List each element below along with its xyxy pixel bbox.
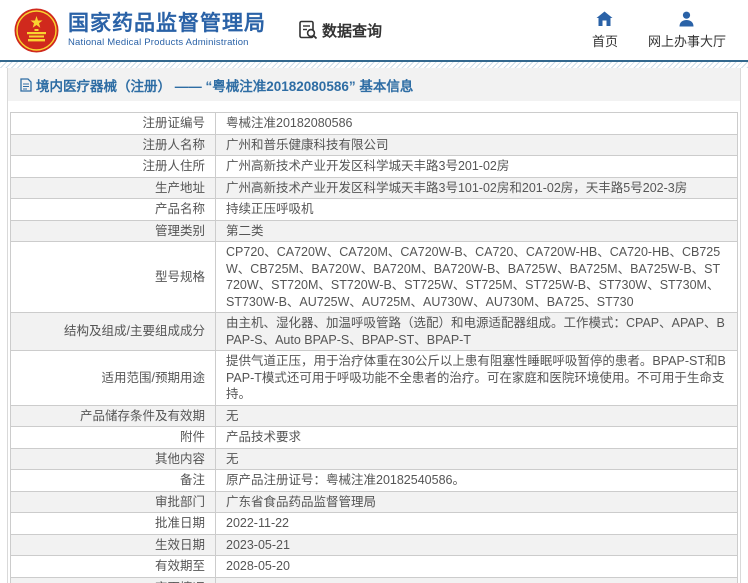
row-value bbox=[215, 576, 738, 583]
row-label: 批准日期 bbox=[10, 512, 216, 535]
table-row: 其他内容无 bbox=[10, 447, 738, 470]
row-label: 产品名称 bbox=[10, 198, 216, 221]
table-row: 管理类别 第二类 bbox=[10, 219, 738, 242]
document-icon bbox=[20, 78, 32, 92]
row-value: CP720、CA720W、CA720M、CA720W-B、CA720、CA720… bbox=[215, 241, 738, 313]
table-row: 结构及组成/主要组成成分 由主机、湿化器、加温呼吸管路（选配）和电源适配器组成。工… bbox=[10, 312, 738, 351]
row-value: 提供气道正压，用于治疗体重在30公斤以上患有阻塞性睡眠呼吸暂停的患者。BPAP-… bbox=[215, 350, 738, 406]
row-value: 广州和普乐健康科技有限公司 bbox=[215, 133, 738, 156]
row-value: 持续正压呼吸机 bbox=[215, 198, 738, 221]
table-row: 生效日期 2023-05-21 bbox=[10, 533, 738, 556]
site-header: 国家药品监督管理局 National Medical Products Admi… bbox=[0, 0, 748, 60]
row-label: 注册人名称 bbox=[10, 133, 216, 156]
table-row: 有效期至 2028-05-20 bbox=[10, 555, 738, 578]
row-value: 无 bbox=[215, 447, 738, 470]
row-value: 粤械注准20182080586 bbox=[215, 112, 738, 135]
row-label: 生产地址 bbox=[10, 176, 216, 199]
row-label: 其他内容 bbox=[10, 447, 216, 470]
content-panel: 境内医疗器械（注册） —— “粤械注准20182080586” 基本信息 注册证… bbox=[7, 68, 741, 583]
table-row: 备注 原产品注册证号：粤械注准20182540586。 bbox=[10, 469, 738, 492]
row-value: 产品技术要求 bbox=[215, 426, 738, 449]
section-title-bar: 境内医疗器械（注册） —— “粤械注准20182080586” 基本信息 bbox=[8, 68, 740, 101]
table-row: 变更情况 bbox=[10, 576, 738, 583]
row-label: 有效期至 bbox=[10, 555, 216, 578]
row-label: 适用范围/预期用途 bbox=[10, 350, 216, 406]
row-value: 2028-05-20 bbox=[215, 555, 738, 578]
row-label: 管理类别 bbox=[10, 219, 216, 242]
table-row: 注册人住所 广州高新技术产业开发区科学城天丰路3号201-02房 bbox=[10, 155, 738, 178]
row-value: 原产品注册证号：粤械注准20182540586。 bbox=[215, 469, 738, 492]
home-icon bbox=[596, 11, 613, 27]
table-row: 产品储存条件及有效期无 bbox=[10, 404, 738, 427]
table-row: 型号规格 CP720、CA720W、CA720M、CA720W-B、CA720、C… bbox=[10, 241, 738, 313]
table-row: 审批部门 广东省食品药品监督管理局 bbox=[10, 490, 738, 513]
org-name-en: National Medical Products Administration bbox=[68, 37, 249, 49]
table-row: 注册人名称 广州和普乐健康科技有限公司 bbox=[10, 133, 738, 156]
row-label: 生效日期 bbox=[10, 533, 216, 556]
row-label: 产品储存条件及有效期 bbox=[10, 404, 216, 427]
registration-info-table: 注册证编号 粤械注准20182080586 注册人名称 广州和普乐健康科技有限公司 注册… bbox=[10, 112, 738, 583]
data-query-label: 数据查询 bbox=[322, 22, 383, 40]
table-row: 注册证编号 粤械注准20182080586 bbox=[10, 112, 738, 135]
table-row: 产品名称 持续正压呼吸机 bbox=[10, 198, 738, 221]
nav-service-hall[interactable]: 网上办事大厅 bbox=[648, 11, 726, 50]
row-value: 广州高新技术产业开发区科学城天丰路3号101-02房和201-02房，天丰路5号… bbox=[215, 176, 738, 199]
row-value: 广州高新技术产业开发区科学城天丰路3号201-02房 bbox=[215, 155, 738, 178]
section-title: 境内医疗器械（注册） —— “粤械注准20182080586” 基本信息 bbox=[36, 79, 414, 94]
table-row: 适用范围/预期用途 提供气道正压，用于治疗体重在30公斤以上患有阻塞性睡眠呼吸暂停… bbox=[10, 350, 738, 406]
row-label: 备注 bbox=[10, 469, 216, 492]
row-label: 型号规格 bbox=[10, 241, 216, 313]
user-icon bbox=[678, 11, 695, 27]
table-row: 生产地址 广州高新技术产业开发区科学城天丰路3号101-02房和201-02房，天… bbox=[10, 176, 738, 199]
nmpa-logo[interactable]: 国家药品监督管理局 National Medical Products Admi… bbox=[14, 8, 266, 53]
nav-service-hall-label: 网上办事大厅 bbox=[647, 33, 726, 49]
row-value: 2023-05-21 bbox=[215, 533, 738, 556]
row-value: 无 bbox=[215, 404, 738, 427]
org-name-cn: 国家药品监督管理局 bbox=[68, 11, 266, 35]
row-label: 注册证编号 bbox=[10, 112, 216, 135]
nav-home[interactable]: 首页 bbox=[592, 11, 618, 50]
row-label: 注册人住所 bbox=[10, 155, 216, 178]
row-label: 变更情况 bbox=[10, 576, 216, 583]
row-value: 2022-11-22 bbox=[215, 512, 738, 535]
row-value: 广东省食品药品监督管理局 bbox=[215, 490, 738, 513]
data-query-icon bbox=[298, 20, 318, 40]
row-label: 附件 bbox=[10, 426, 216, 449]
row-label: 结构及组成/主要组成成分 bbox=[10, 312, 216, 351]
logo-text: 国家药品监督管理局 National Medical Products Admi… bbox=[68, 12, 266, 48]
header-nav: 首页 网上办事大厅 bbox=[592, 11, 726, 50]
row-label: 审批部门 bbox=[10, 490, 216, 513]
data-query-nav[interactable]: 数据查询 bbox=[298, 20, 382, 41]
table-row: 附件 产品技术要求 bbox=[10, 426, 738, 449]
national-emblem-icon bbox=[14, 8, 59, 53]
table-row: 批准日期 2022-11-22 bbox=[10, 512, 738, 535]
nav-home-label: 首页 bbox=[591, 33, 618, 49]
row-value: 由主机、湿化器、加温呼吸管路（选配）和电源适配器组成。工作模式：CPAP、APA… bbox=[215, 312, 738, 351]
row-value: 第二类 bbox=[215, 219, 738, 242]
